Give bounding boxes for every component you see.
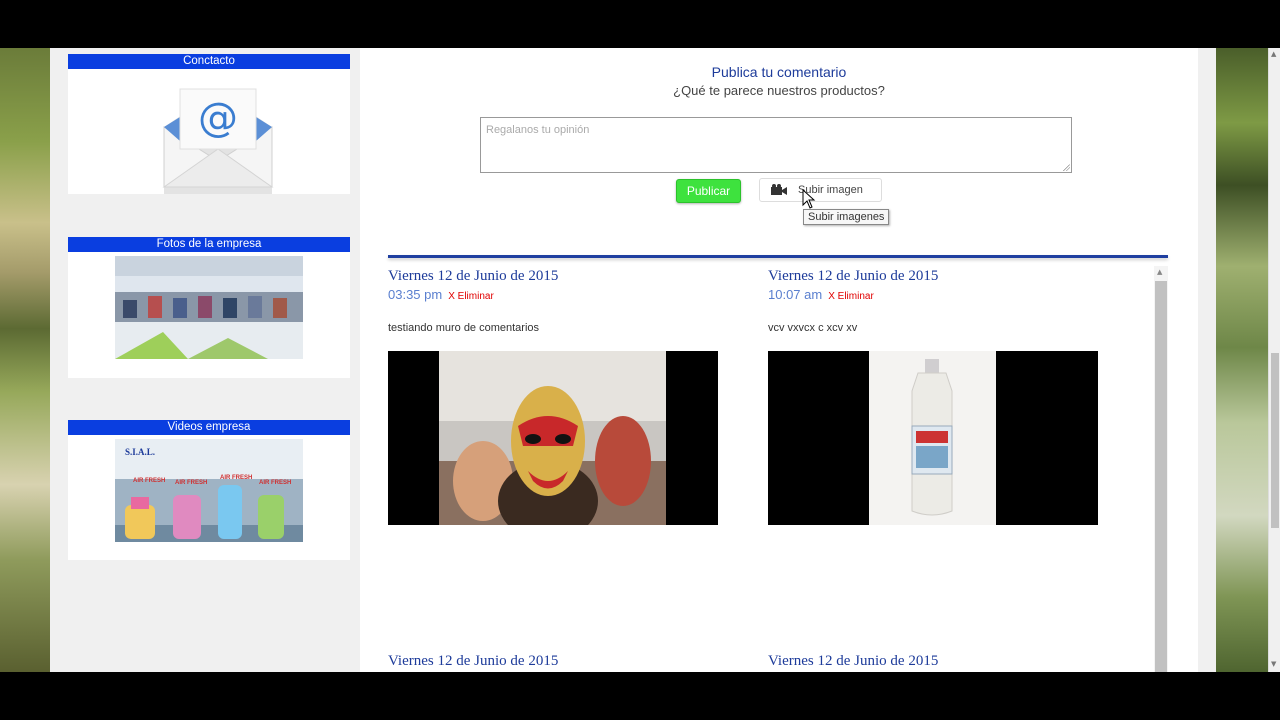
upload-image-button[interactable]: Subir imagen xyxy=(759,178,882,202)
contact-title: Conctacto xyxy=(68,54,350,69)
post-date: Viernes 12 de Junio de 2015 xyxy=(388,268,559,284)
post-date: Viernes 12 de Junio de 2015 xyxy=(768,268,939,284)
company-videos-title: Videos empresa xyxy=(68,420,350,435)
publish-button[interactable]: Publicar xyxy=(676,179,741,203)
background-right-scenery xyxy=(1216,48,1268,672)
company-office-photo[interactable] xyxy=(68,252,350,378)
feed-scrollbar-thumb[interactable] xyxy=(1155,281,1167,672)
company-video-thumbnail[interactable] xyxy=(68,435,350,560)
company-photos-widget[interactable]: Fotos de la empresa xyxy=(68,237,350,378)
page-content: Conctacto @ Fotos de la empresa Videos e… xyxy=(50,48,1216,672)
comment-post: Viernes 12 de Junio de 2015 10:07 am X El… xyxy=(768,267,1098,525)
comment-form-title: Publica tu comentario xyxy=(711,64,847,80)
comment-post: Viernes 12 de Junio de 2015 xyxy=(768,652,1098,670)
post-image-mask-photo[interactable] xyxy=(388,351,718,525)
company-videos-widget[interactable]: Videos empresa S.I.A.L. AIR FRESH AIR FR… xyxy=(68,420,350,560)
mouse-cursor-icon xyxy=(802,189,816,209)
page-scrollbar-thumb[interactable] xyxy=(1271,353,1279,528)
comment-form-subtitle: ¿Qué te parece nuestros productos? xyxy=(673,83,885,98)
comment-textarea[interactable]: Regalanos tu opinión xyxy=(480,117,1072,173)
post-time: 10:07 am xyxy=(768,287,823,302)
main-column: Publica tu comentario ¿Qué te parece nue… xyxy=(360,48,1198,672)
delete-post-button[interactable]: X Eliminar xyxy=(828,291,874,302)
comment-post: Viernes 12 de Junio de 2015 03:35 pm X El… xyxy=(388,267,718,525)
video-thumb-product: AIR FRESH xyxy=(220,475,253,481)
page-scrollbar[interactable]: ▲ ▼ xyxy=(1268,48,1280,672)
post-time: 03:35 pm xyxy=(388,287,443,302)
feed-divider xyxy=(388,255,1168,258)
camera-icon xyxy=(771,184,787,195)
post-text: testiando muro de comentarios xyxy=(388,322,540,334)
post-date: Viernes 12 de Junio de 2015 xyxy=(768,653,939,669)
post-time-row: 03:35 pm X Eliminar xyxy=(388,287,718,302)
post-time-row: 10:07 am X Eliminar xyxy=(768,287,1098,302)
delete-post-button[interactable]: X Eliminar xyxy=(448,291,494,302)
comment-post: Viernes 12 de Junio de 2015 xyxy=(388,652,718,670)
feed-scrollbar[interactable]: ▲ xyxy=(1154,266,1168,672)
email-envelope-icon[interactable]: @ xyxy=(68,69,350,194)
company-photos-title: Fotos de la empresa xyxy=(68,237,350,252)
video-thumb-product: AIR FRESH xyxy=(133,478,166,484)
scroll-up-arrow-icon[interactable]: ▲ xyxy=(1271,50,1276,58)
post-date: Viernes 12 de Junio de 2015 xyxy=(388,653,559,669)
textarea-resize-handle[interactable] xyxy=(1063,164,1070,171)
feed-scroll-up-arrow-icon[interactable]: ▲ xyxy=(1157,268,1162,276)
scroll-down-arrow-icon[interactable]: ▼ xyxy=(1271,660,1276,668)
video-thumb-product: AIR FRESH xyxy=(175,480,208,486)
video-thumb-brand: S.I.A.L. xyxy=(125,447,156,457)
post-image-bottle-photo[interactable] xyxy=(768,351,1098,525)
upload-tooltip: Subir imagenes xyxy=(803,209,890,225)
svg-text:@: @ xyxy=(198,95,238,141)
comment-textarea-placeholder: Regalanos tu opinión xyxy=(486,124,590,136)
post-text: vcv vxvcx c xcv xv xyxy=(768,322,858,334)
background-left-scenery xyxy=(0,48,50,672)
screen: ▲ ▼ Conctacto @ Fotos de la empresa Vide… xyxy=(0,0,1280,720)
contact-widget[interactable]: Conctacto @ xyxy=(68,54,350,194)
video-thumb-product: AIR FRESH xyxy=(259,480,292,486)
